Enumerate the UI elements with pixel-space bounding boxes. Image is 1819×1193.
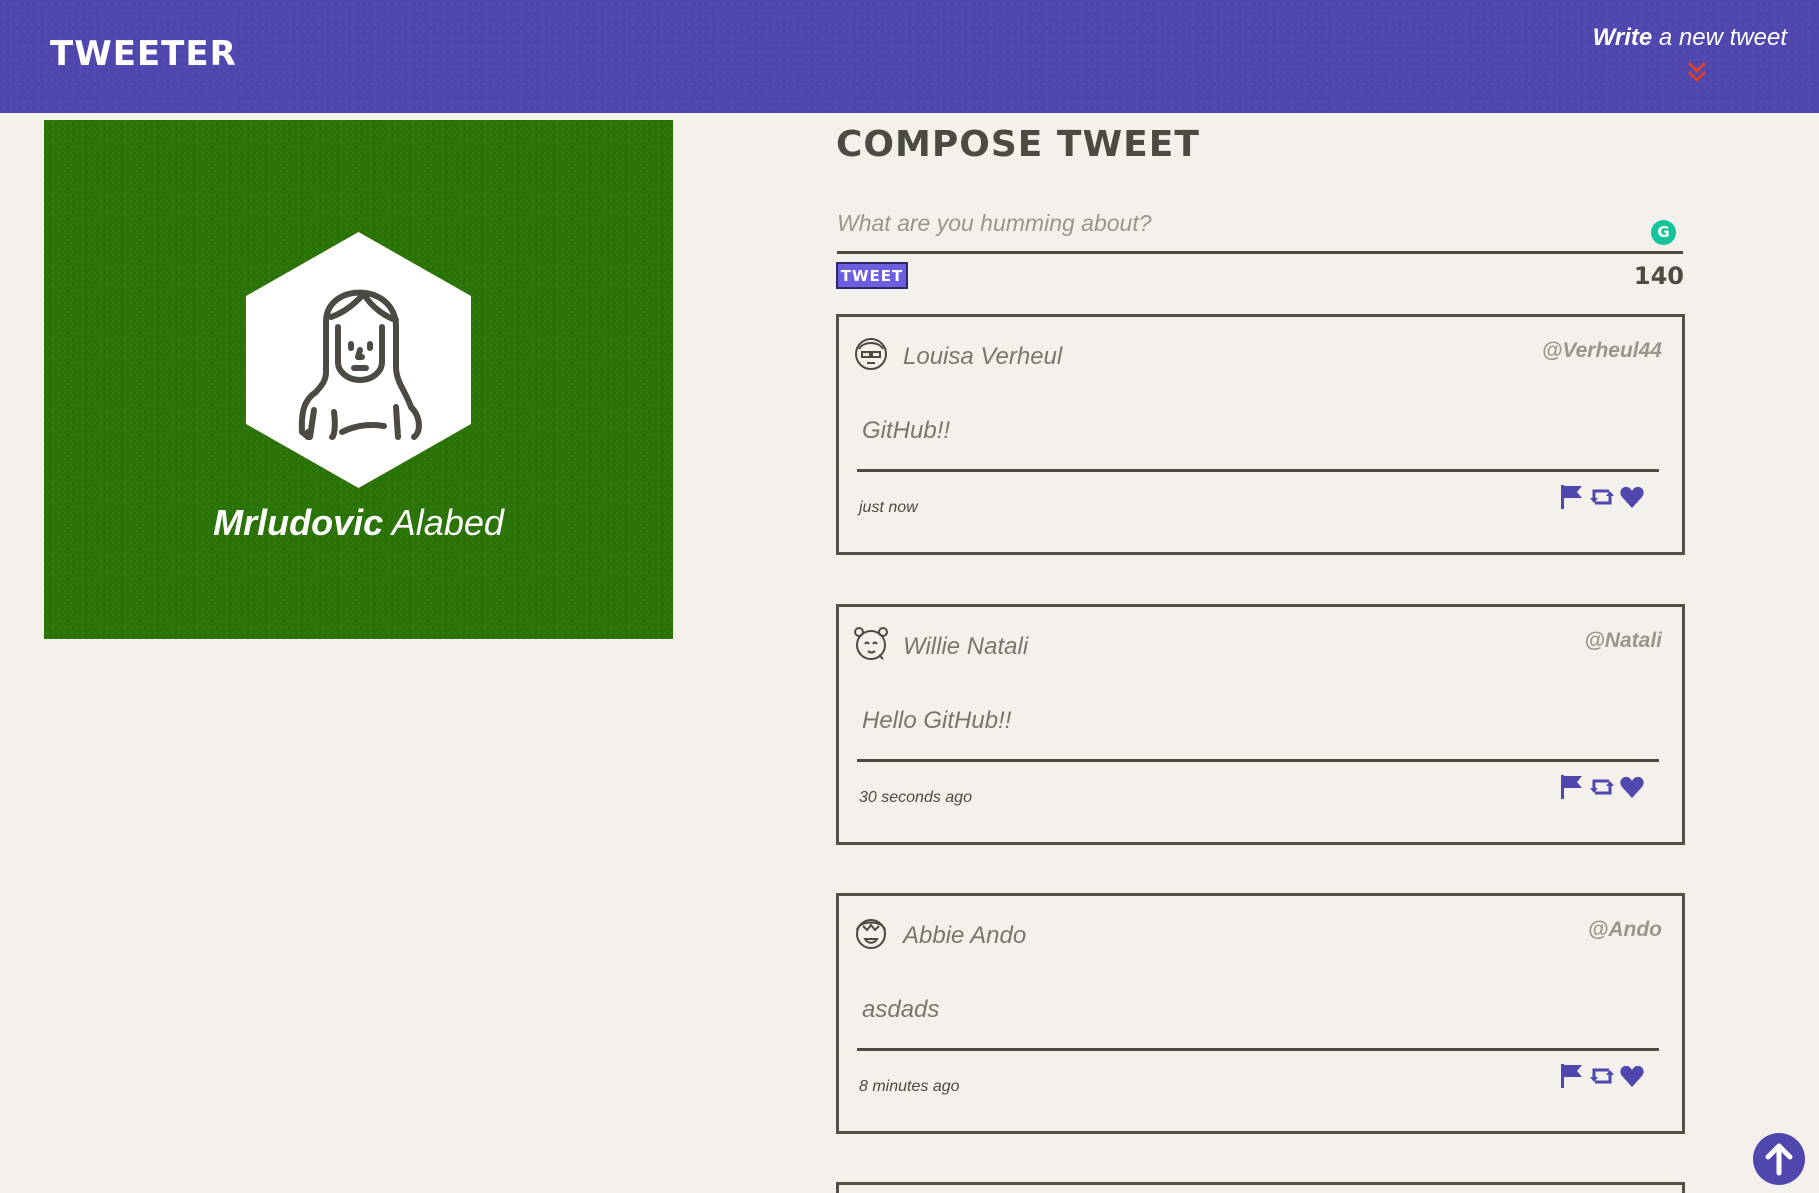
retweet-icon[interactable] [1589,773,1615,801]
heart-icon[interactable] [1619,1062,1645,1090]
write-new-tweet-link[interactable]: Write a new tweet [1593,24,1787,52]
tweet-author-handle: @Ando [1587,918,1662,941]
tweet-avatar-icon [856,919,886,949]
tweet-author-handle: @Natali [1584,629,1662,652]
tweet-author-name: Willie Natali [903,633,1029,660]
character-counter: 140 [1633,262,1684,290]
profile-card: Mrludovic Alabed [44,120,673,639]
profile-last-name: Alabed [383,502,504,543]
tweet-actions [1559,1062,1649,1092]
tweet-card: Abbie Ando @Ando asdads 8 minutes ago [836,893,1685,1134]
tweet-actions [1559,483,1649,513]
tweet-card: Louisa Verheul @Verheul44 GitHub!! just … [836,314,1685,555]
tweet-author-handle: @Verheul44 [1541,339,1662,362]
tweet-author-name: Abbie Ando [903,922,1027,949]
retweet-icon[interactable] [1589,1062,1615,1090]
flag-icon[interactable] [1559,1062,1585,1090]
scroll-to-top-button[interactable] [1753,1133,1805,1185]
tweet-actions [1559,773,1649,803]
double-chevron-down-icon[interactable] [1686,60,1708,84]
tweet-author-name: Louisa Verheul [903,343,1063,370]
compose-title: COMPOSE TWEET [836,124,1200,165]
tweet-submit-button[interactable]: TWEET [836,262,908,289]
top-nav: TWEETER Write a new tweet [0,0,1819,113]
tweet-content: asdads [862,996,940,1023]
tweet-avatar-icon [854,627,888,660]
flag-icon[interactable] [1559,483,1585,511]
profile-first-name: Mrludovic [213,502,384,543]
grammarly-icon[interactable] [1651,220,1676,245]
flag-icon[interactable] [1559,773,1585,801]
tweet-timestamp: 8 minutes ago [859,1078,960,1095]
heart-icon[interactable] [1619,773,1645,801]
tweet-content: Hello GitHub!! [862,707,1012,734]
user-avatar-icon [246,232,471,488]
write-label-strong: Write [1592,24,1653,51]
arrow-up-icon [1765,1143,1793,1176]
heart-icon[interactable] [1619,483,1645,511]
brand-logo[interactable]: TWEETER [50,34,237,74]
tweet-card: Willie Natali @Natali Hello GitHub!! 30 … [836,604,1685,845]
profile-name: Mrludovic Alabed [44,502,673,544]
tweet-card-partial [836,1182,1685,1193]
tweet-divider [857,1048,1659,1051]
tweet-avatar-icon [855,338,887,370]
tweet-content: GitHub!! [862,417,951,444]
tweet-timestamp: 30 seconds ago [859,789,972,806]
tweet-text-input[interactable] [837,196,1683,254]
retweet-icon[interactable] [1589,483,1615,511]
tweet-divider [857,759,1659,762]
tweet-divider [857,469,1659,472]
write-label-rest: a new tweet [1652,24,1787,51]
tweet-timestamp: just now [859,499,918,516]
